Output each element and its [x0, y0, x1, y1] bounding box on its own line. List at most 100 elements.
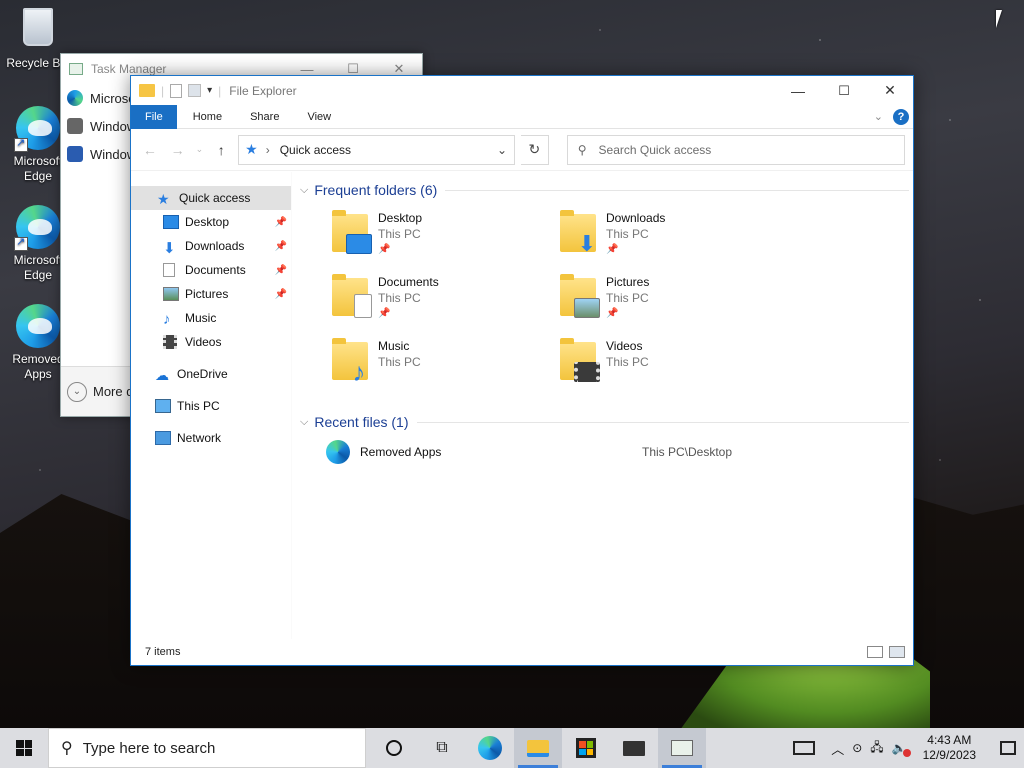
tab-view[interactable]: View [293, 105, 345, 129]
chevron-down-icon: ⌵ [300, 183, 309, 196]
shortcut-arrow-icon [14, 136, 28, 152]
search-placeholder: Search Quick access [598, 142, 712, 157]
folder-location: This PC [378, 291, 421, 305]
cortana-button[interactable] [370, 728, 418, 768]
frequent-folders-header[interactable]: ⌵ Frequent folders (6) [298, 178, 913, 202]
cortana-circle-icon [386, 740, 402, 756]
nav-item-onedrive[interactable]: ☁ OneDrive [131, 362, 291, 386]
clock-date: 12/9/2023 [922, 748, 976, 762]
customize-toolbar-icon[interactable]: ▾ [207, 85, 212, 96]
taskbar-task-manager[interactable] [658, 728, 706, 768]
start-button[interactable] [0, 728, 48, 768]
folder-tile-documents[interactable]: Documents This PC 📌 [330, 274, 558, 338]
pin-icon: 📌 [378, 244, 391, 255]
nav-item-documents[interactable]: Documents 📌 [131, 258, 291, 282]
folder-location: This PC [378, 227, 421, 241]
network-icon[interactable]: 🖧 [870, 738, 883, 759]
pictures-folder-icon [558, 274, 600, 318]
tab-home[interactable]: Home [179, 105, 236, 129]
powershell-icon [67, 146, 83, 162]
nav-item-downloads[interactable]: ⬇ Downloads 📌 [131, 234, 291, 258]
taskbar-search-input[interactable]: ⚲ Type here to search [48, 728, 366, 768]
back-button[interactable]: ← [139, 142, 161, 158]
taskbar-search-placeholder: Type here to search [82, 739, 216, 757]
help-icon[interactable]: ? [893, 108, 909, 125]
address-location: Quick access [279, 142, 352, 157]
taskbar-store[interactable] [562, 728, 610, 768]
nav-item-this-pc[interactable]: This PC [131, 394, 291, 418]
edge-icon [326, 440, 350, 464]
nav-item-quick-access[interactable]: ★ Quick access [131, 186, 291, 210]
volume-muted-icon[interactable]: 🔈 [892, 741, 911, 757]
file-explorer-window[interactable]: | ▾ | File Explorer — ☐ ✕ File Home Shar… [130, 75, 914, 666]
refresh-button[interactable]: ↻ [521, 134, 549, 165]
folder-name: Music [378, 339, 410, 353]
recent-locations-icon[interactable]: ⌄ [195, 144, 205, 155]
nav-item-desktop[interactable]: Desktop 📌 [131, 210, 291, 234]
navigation-pane: ★ Quick access Desktop 📌 ⬇ Downloads 📌 D… [131, 172, 291, 639]
expand-ribbon-icon[interactable]: ⌄ [874, 110, 883, 123]
music-folder-icon: ♪ [330, 338, 372, 385]
edge-icon [67, 90, 83, 106]
nav-item-pictures[interactable]: Pictures 📌 [131, 282, 291, 306]
address-bar[interactable]: ★ › Quick access ⌄ [238, 134, 516, 165]
folder-tile-desktop[interactable]: Desktop This PC 📌 [330, 210, 558, 274]
search-input[interactable]: ⚲ Search Quick access [566, 134, 905, 165]
large-icons-view-icon[interactable] [889, 646, 905, 658]
folder-tile-videos[interactable]: Videos This PC [558, 338, 786, 402]
task-view-icon: ⧉ [436, 739, 448, 756]
details-view-icon[interactable] [867, 646, 883, 658]
taskbar-file-explorer[interactable] [514, 728, 562, 768]
forward-button[interactable]: → [167, 142, 189, 158]
nav-label: Quick access [179, 191, 251, 205]
tab-file[interactable]: File [131, 104, 177, 129]
task-view-button[interactable]: ⧉ [418, 728, 466, 768]
nav-item-music[interactable]: ♪ Music [131, 306, 291, 330]
nav-item-network[interactable]: Network [131, 426, 291, 450]
taskbar-edge[interactable] [466, 728, 514, 768]
clock[interactable]: 4:43 AM 12/9/2023 [923, 733, 976, 763]
desktop-folder-icon [330, 210, 372, 254]
recent-file-row[interactable]: Removed Apps This PC\Desktop [298, 434, 913, 470]
folder-icon [527, 739, 549, 757]
chevron-down-icon: ⌵ [300, 415, 309, 428]
content-pane: ⌵ Frequent folders (6) Desktop This PC 📌 ⬇… [291, 172, 913, 639]
edge-icon [16, 304, 60, 348]
folder-icon [139, 84, 155, 97]
minimize-button[interactable]: — [775, 76, 821, 105]
up-button[interactable]: ↑ [210, 142, 232, 158]
meet-now-icon[interactable]: ⊙ [852, 741, 862, 755]
pin-icon: 📌 [274, 264, 287, 276]
star-icon: ★ [157, 191, 170, 207]
group-title: Recent files (1) [314, 414, 409, 430]
tab-share[interactable]: Share [236, 105, 293, 129]
picture-icon [163, 287, 179, 301]
recent-files-header[interactable]: ⌵ Recent files (1) [298, 410, 913, 434]
folder-tile-pictures[interactable]: Pictures This PC 📌 [558, 274, 786, 338]
taskbar-mail[interactable] [610, 728, 658, 768]
item-count: 7 items [145, 646, 181, 658]
maximize-button[interactable]: ☐ [821, 76, 867, 105]
nav-item-videos[interactable]: Videos [131, 330, 291, 354]
new-folder-icon[interactable] [188, 84, 202, 97]
folder-tile-music[interactable]: ♪ Music This PC [330, 338, 558, 402]
folder-location: This PC [378, 355, 421, 369]
properties-icon[interactable] [170, 83, 183, 98]
documents-folder-icon [330, 274, 372, 318]
document-icon [163, 263, 175, 277]
downloads-folder-icon: ⬇ [558, 210, 600, 255]
news-widget-icon[interactable] [793, 741, 816, 755]
store-bag-icon [576, 738, 596, 758]
folder-name: Videos [606, 339, 643, 353]
video-icon [163, 335, 177, 349]
notification-icon[interactable] [1000, 741, 1016, 755]
chevron-up-icon[interactable]: ︿ [831, 739, 844, 758]
edge-icon [14, 205, 60, 251]
close-button[interactable]: ✕ [867, 76, 913, 105]
chevron-down-icon[interactable]: ⌄ [490, 143, 514, 157]
folder-tile-downloads[interactable]: ⬇ Downloads This PC 📌 [558, 210, 786, 274]
nav-label: OneDrive [177, 367, 228, 381]
frequent-folders-grid: Desktop This PC 📌 ⬇ Downloads This PC 📌 Docu… [298, 202, 913, 402]
explorer-titlebar[interactable]: | ▾ | File Explorer — ☐ ✕ [131, 76, 913, 105]
chevron-down-icon: ⌄ [67, 381, 87, 402]
